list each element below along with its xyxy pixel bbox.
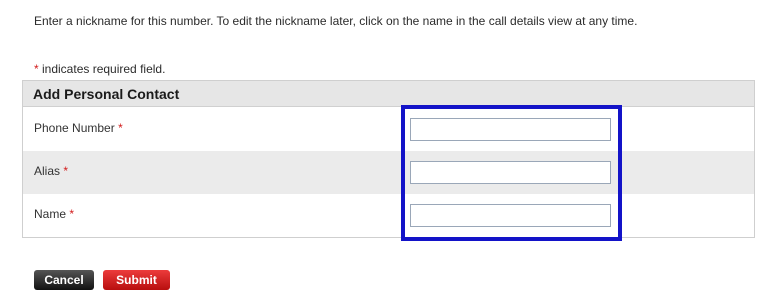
required-star: * bbox=[63, 164, 69, 178]
required-field-note: * indicates required field. bbox=[34, 62, 165, 76]
cancel-button[interactable]: Cancel bbox=[34, 270, 94, 290]
alias-row: Alias * bbox=[23, 151, 754, 194]
required-star: * bbox=[69, 207, 75, 221]
phone-number-label-text: Phone Number bbox=[34, 121, 115, 135]
phone-number-label: Phone Number * bbox=[34, 121, 123, 135]
name-row: Name * bbox=[23, 194, 754, 237]
phone-number-field[interactable] bbox=[410, 118, 611, 141]
add-personal-contact-panel: Add Personal Contact Phone Number * Alia… bbox=[22, 80, 755, 238]
alias-label: Alias * bbox=[34, 164, 68, 178]
name-field[interactable] bbox=[410, 204, 611, 227]
intro-text: Enter a nickname for this number. To edi… bbox=[34, 14, 638, 28]
phone-number-row: Phone Number * bbox=[23, 108, 754, 151]
alias-label-text: Alias bbox=[34, 164, 61, 178]
name-label: Name * bbox=[34, 207, 74, 221]
alias-field[interactable] bbox=[410, 161, 611, 184]
name-label-text: Name bbox=[34, 207, 67, 221]
required-note-text: indicates required field. bbox=[38, 62, 166, 76]
panel-title: Add Personal Contact bbox=[23, 81, 754, 107]
submit-button[interactable]: Submit bbox=[103, 270, 170, 290]
required-star: * bbox=[118, 121, 123, 135]
